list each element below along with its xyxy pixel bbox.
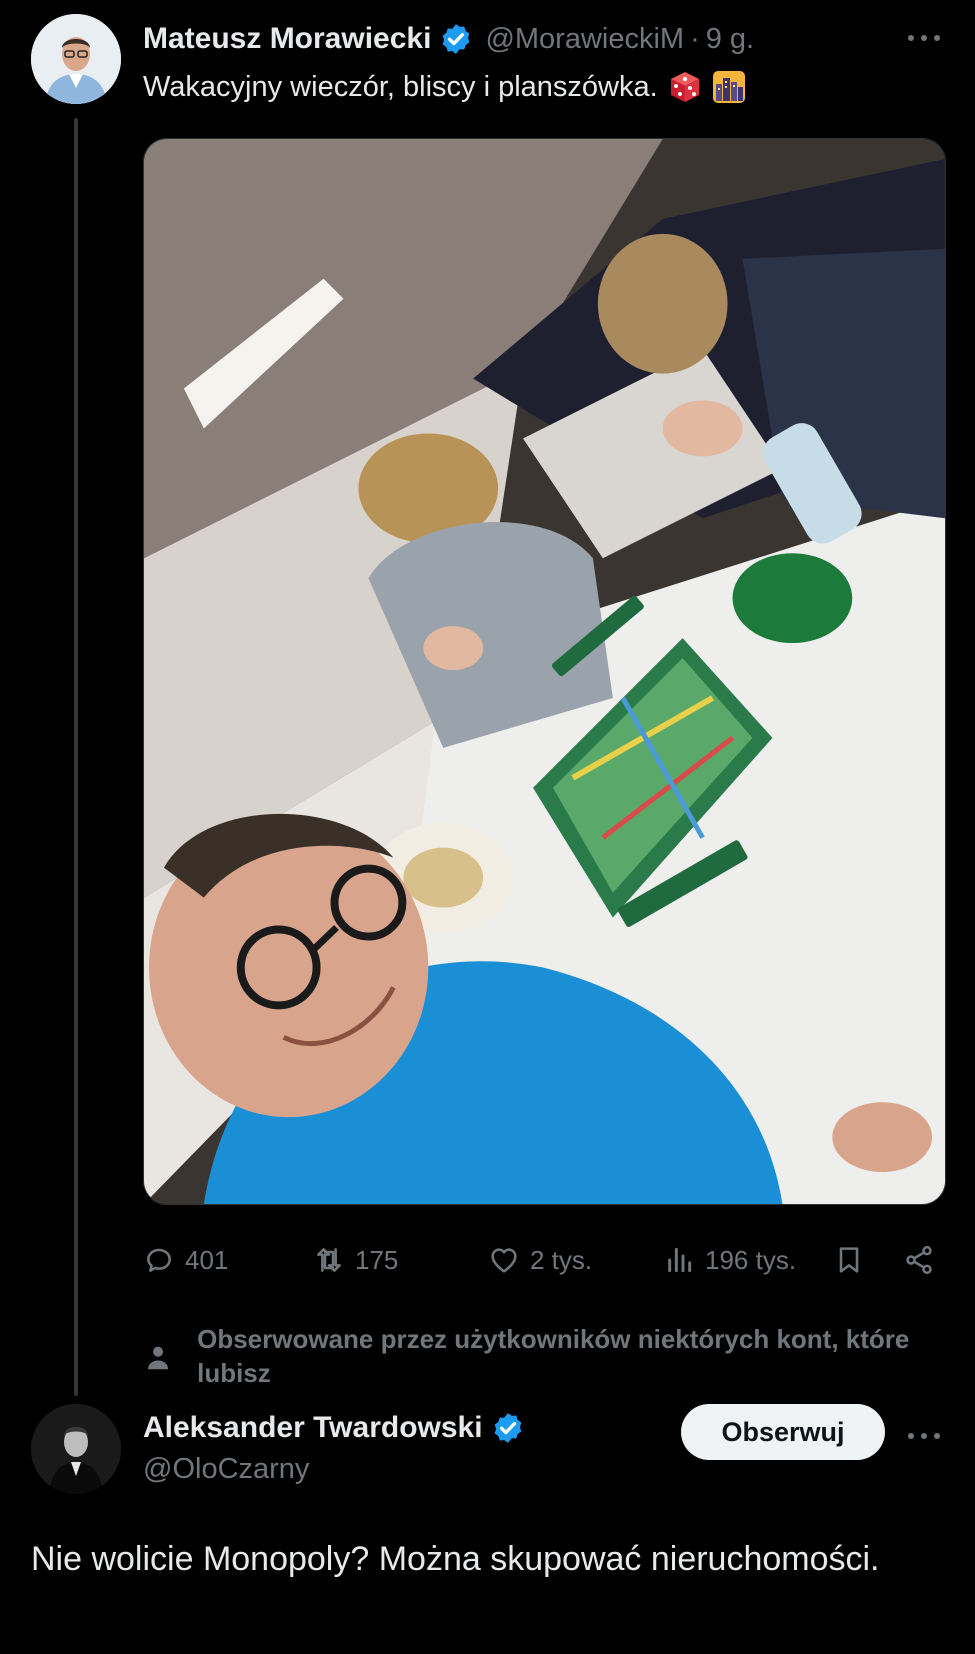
share-button[interactable] — [903, 1240, 945, 1280]
tweet-text: Wakacyjny wieczór, bliscy i planszówka. — [143, 70, 746, 104]
views-icon — [668, 1247, 692, 1273]
repost-button[interactable]: 175 — [313, 1240, 398, 1280]
tweet-header: Mateusz Morawiecki @MorawieckiM · 9 g. — [143, 18, 754, 60]
reply-author-handle[interactable]: @OloCzarny — [143, 1453, 309, 1486]
repost-count: 175 — [355, 1244, 399, 1275]
action-bar: 401 175 2 tys. 196 tys. — [143, 1240, 943, 1280]
like-icon — [491, 1248, 517, 1273]
person-icon — [148, 1346, 169, 1370]
repost-icon — [317, 1248, 341, 1272]
tweet-body: Wakacyjny wieczór, bliscy i planszówka. — [143, 70, 658, 103]
tweet-photo[interactable] — [143, 138, 946, 1205]
view-count: 196 tys. — [705, 1244, 797, 1275]
tweet-time[interactable]: 9 g. — [706, 23, 754, 56]
reply-header: Aleksander Twardowski — [143, 1407, 525, 1449]
followed-by-text[interactable]: Obserwowane przez użytkowników niektóryc… — [197, 1322, 943, 1390]
follow-button[interactable]: Obserwuj — [681, 1404, 885, 1460]
reply-text: Nie wolicie Monopoly? Można skupować nie… — [31, 1540, 880, 1578]
author-name[interactable]: Mateusz Morawiecki — [143, 22, 431, 56]
more-icon[interactable] — [902, 28, 946, 48]
bookmark-button[interactable] — [833, 1240, 875, 1280]
reply-author-avatar[interactable] — [31, 1404, 121, 1494]
reply-author-name[interactable]: Aleksander Twardowski — [143, 1411, 483, 1445]
author-avatar[interactable] — [31, 14, 121, 104]
like-button[interactable]: 2 tys. — [488, 1240, 592, 1280]
verified-badge-icon[interactable] — [439, 22, 473, 56]
reply-button[interactable]: 401 — [143, 1240, 228, 1280]
share-icon — [906, 1245, 932, 1275]
dice-emoji — [668, 70, 702, 104]
reply-count: 401 — [185, 1244, 229, 1275]
views-button[interactable]: 196 tys. — [663, 1240, 796, 1280]
author-handle[interactable]: @MorawieckiM — [485, 23, 684, 56]
night-city-emoji — [712, 70, 746, 104]
followed-by-note: Obserwowane przez użytkowników niektóryc… — [143, 1322, 943, 1390]
like-count: 2 tys. — [530, 1244, 593, 1275]
reply-icon — [147, 1248, 171, 1272]
separator: · — [690, 22, 700, 55]
bookmark-icon — [839, 1247, 859, 1273]
verified-badge-icon[interactable] — [491, 1411, 525, 1445]
more-icon[interactable] — [902, 1426, 946, 1446]
thread-line — [74, 118, 78, 1396]
